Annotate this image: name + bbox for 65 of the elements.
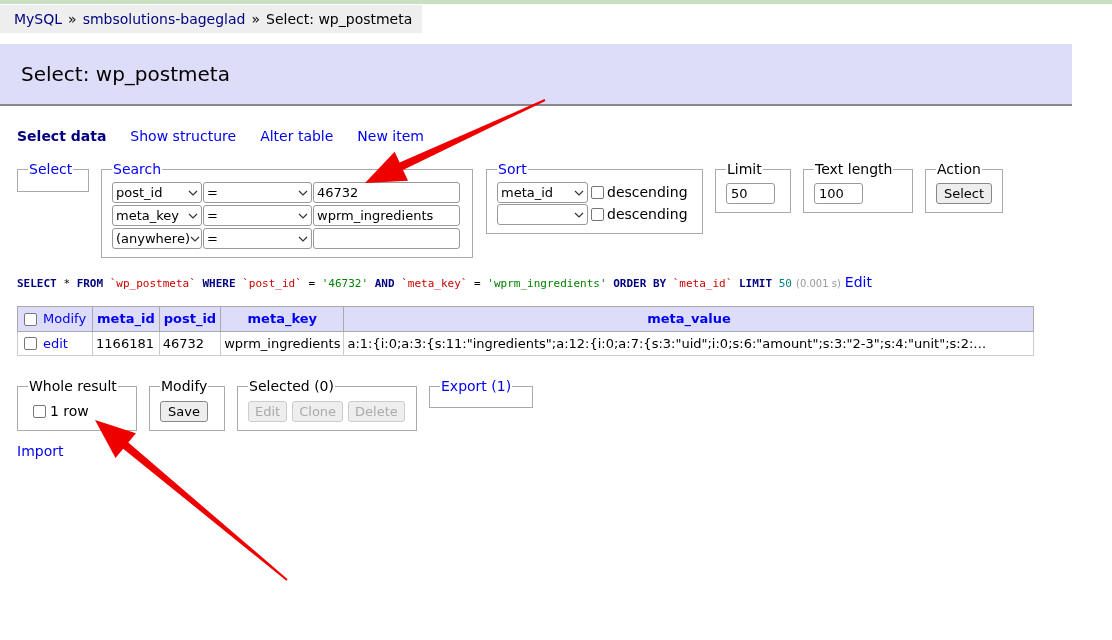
chevron-down-icon bbox=[188, 189, 198, 196]
checkbox[interactable] bbox=[591, 186, 604, 199]
fieldset-legend: Selected (0) bbox=[248, 376, 335, 397]
fieldset-legend: Action bbox=[936, 159, 982, 180]
chevron-down-icon bbox=[574, 211, 584, 218]
nav-link[interactable]: Show structure bbox=[130, 126, 237, 147]
search-value-field[interactable]: 46732 bbox=[313, 182, 460, 203]
select-button[interactable]: Select bbox=[936, 183, 993, 204]
chevron-down-icon bbox=[298, 212, 308, 219]
text-length-field[interactable]: 100 bbox=[814, 183, 863, 204]
column-header[interactable]: post_id bbox=[159, 306, 221, 332]
dropdown-select[interactable]: = bbox=[203, 205, 312, 226]
checkbox[interactable] bbox=[33, 405, 46, 418]
save-button[interactable]: Save bbox=[160, 401, 208, 422]
column-header[interactable]: meta_key bbox=[220, 306, 344, 332]
fieldset-legend-link[interactable]: Select bbox=[28, 159, 74, 180]
chevron-down-icon bbox=[574, 189, 584, 196]
fieldset-legend: Modify bbox=[160, 376, 209, 397]
chevron-down-icon bbox=[190, 235, 200, 242]
dropdown-select[interactable]: = bbox=[203, 182, 312, 203]
dropdown-select[interactable] bbox=[497, 204, 588, 225]
checkbox[interactable] bbox=[24, 337, 37, 350]
breadcrumb-link[interactable]: smbsolutions-bageglad bbox=[82, 8, 246, 30]
table-cell: wprm_ingredients bbox=[220, 331, 344, 356]
edit-row-link[interactable]: edit bbox=[43, 333, 68, 354]
modify-link[interactable]: Modify bbox=[43, 309, 87, 329]
fieldset-legend: Limit bbox=[726, 159, 763, 180]
chevron-down-icon bbox=[298, 235, 308, 242]
table-cell: a:1:{i:0;a:3:{s:11:"ingredients";a:12:{i:0;a:7:{s:3:"uid";i:0;s:6:"amount";s:3:"2-3";s:4:"unit";s:2:… bbox=[343, 331, 1034, 356]
sql-query: SELECT * FROM `wp_postmeta` WHERE `post_id` = '46732' AND `meta_key` = 'wprm_ingredients' ORDER BY `meta_id` LIMIT 50 bbox=[17, 276, 792, 292]
dropdown-select[interactable]: = bbox=[203, 228, 312, 249]
nav-link[interactable]: Alter table bbox=[260, 126, 334, 147]
checkbox[interactable] bbox=[591, 208, 604, 221]
fieldset-legend: Text length bbox=[814, 159, 894, 180]
breadcrumb-separator: » bbox=[68, 9, 77, 29]
import-link[interactable]: Import bbox=[17, 441, 64, 462]
chevron-down-icon bbox=[298, 189, 308, 196]
dropdown-select[interactable]: meta_id bbox=[497, 182, 588, 203]
fieldset-legend: Whole result bbox=[28, 376, 118, 397]
dropdown-select[interactable]: meta_key bbox=[112, 205, 202, 226]
breadcrumb-separator: » bbox=[251, 9, 261, 29]
checkbox[interactable] bbox=[24, 312, 37, 326]
column-header[interactable]: meta_value bbox=[343, 306, 1034, 332]
checkbox-label: descending bbox=[607, 183, 688, 202]
fieldset-legend-link[interactable]: Export (1) bbox=[440, 376, 513, 397]
table-cell: 1166181 bbox=[92, 331, 160, 356]
dropdown-select[interactable]: post_id bbox=[112, 182, 202, 203]
dropdown-select[interactable]: (anywhere) bbox=[112, 228, 202, 249]
checkbox-label: 1 row bbox=[50, 402, 89, 421]
column-header[interactable]: meta_id bbox=[92, 306, 160, 332]
page-title: Select: wp_postmeta bbox=[21, 61, 230, 88]
checkbox-label: descending bbox=[607, 205, 688, 224]
edit-query-link[interactable]: Edit bbox=[844, 272, 872, 293]
query-time: (0.001 s) bbox=[796, 277, 841, 291]
limit-field[interactable]: 50 bbox=[726, 183, 775, 204]
breadcrumb-current: Select: wp_postmeta bbox=[266, 9, 413, 29]
chevron-down-icon bbox=[188, 212, 198, 219]
search-value-field[interactable] bbox=[313, 228, 460, 249]
fieldset-legend-link[interactable]: Search bbox=[112, 159, 163, 180]
table-cell: 46732 bbox=[159, 331, 221, 356]
breadcrumb-link[interactable]: MySQL bbox=[14, 8, 63, 30]
nav-link[interactable]: Select data bbox=[17, 126, 107, 147]
fieldset-legend-link[interactable]: Sort bbox=[497, 159, 528, 180]
nav-link[interactable]: New item bbox=[357, 126, 424, 147]
search-value-field[interactable]: wprm_ingredients bbox=[313, 205, 460, 226]
